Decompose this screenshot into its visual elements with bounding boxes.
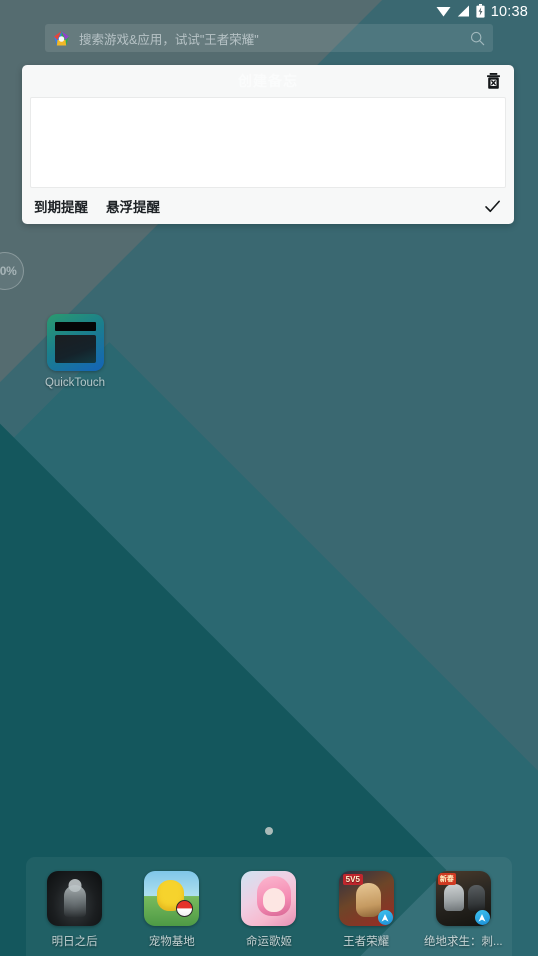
- create-memo-dialog: 创建备忘 到期提醒 悬浮提醒: [22, 65, 514, 224]
- status-bar-clock: 10:38: [490, 4, 528, 20]
- trash-delete-icon[interactable]: [483, 71, 504, 92]
- dock-app-label: 王者荣耀: [343, 936, 390, 948]
- tencent-badge-icon: [474, 910, 490, 925]
- page-dot[interactable]: [265, 827, 273, 835]
- dock-app-wangzherongyao[interactable]: 王者荣耀: [323, 871, 409, 949]
- page-indicator: [0, 827, 538, 835]
- taptap-pentagon-logo-icon: [53, 30, 70, 47]
- memo-dialog-title: 创建备忘: [238, 73, 298, 89]
- app-icon-chongwujidi: [144, 871, 200, 926]
- app-icon-mingyungeji: [241, 871, 297, 926]
- dock-app-label: 绝地求生：刺...: [424, 936, 503, 948]
- desktop-icon-label: QuickTouch: [44, 377, 106, 389]
- new-year-badge: 新春: [437, 873, 456, 885]
- memo-dialog-footer: 到期提醒 悬浮提醒: [22, 188, 514, 224]
- wifi-icon: [436, 4, 451, 20]
- search-icon[interactable]: [470, 31, 485, 46]
- progress-label: 30%: [0, 264, 17, 278]
- checkmark-icon[interactable]: [482, 196, 502, 216]
- tencent-badge-icon: [377, 910, 393, 925]
- search-bar[interactable]: 搜索游戏&应用，试试"王者荣耀": [45, 24, 493, 52]
- quicktouch-app-icon: [46, 314, 104, 371]
- status-bar: 10:38: [0, 0, 538, 24]
- app-icon-wangzherongyao: [338, 871, 394, 926]
- android-home-screen: 10:38 搜索游戏&应用，试试"王者荣耀" 创建备忘 到期提醒 悬浮提醒 0%…: [0, 0, 538, 956]
- desktop-icon-quicktouch[interactable]: QuickTouch: [44, 314, 106, 389]
- memo-option-expiry-reminder[interactable]: 到期提醒: [34, 196, 88, 216]
- signal-icon: [457, 4, 470, 20]
- floating-progress-badge[interactable]: 30%: [0, 252, 24, 290]
- dock-app-mingyungeji[interactable]: 命运歌姬: [226, 871, 312, 949]
- memo-note-input[interactable]: [31, 98, 505, 187]
- dock-app-mingrizhihou[interactable]: 明日之后: [32, 871, 118, 949]
- dock-app-label: 明日之后: [51, 936, 98, 948]
- memo-note-field-wrapper: [30, 97, 506, 188]
- app-dock: 明日之后 宠物基地 命运歌姬 王者荣耀 新春 绝: [26, 857, 512, 956]
- memo-option-floating-reminder[interactable]: 悬浮提醒: [106, 196, 160, 216]
- battery-charging-icon: [476, 3, 485, 21]
- memo-dialog-header: 创建备忘: [22, 65, 514, 97]
- search-placeholder: 搜索游戏&应用，试试"王者荣耀": [79, 32, 259, 47]
- dock-app-label: 宠物基地: [148, 936, 195, 948]
- dock-app-chongwujidi[interactable]: 宠物基地: [129, 871, 215, 949]
- app-icon-juediqiusheng: 新春: [435, 871, 491, 926]
- dock-app-juediqiusheng[interactable]: 新春 绝地求生：刺...: [420, 871, 506, 949]
- dock-app-label: 命运歌姬: [245, 936, 292, 948]
- app-icon-mingrizhihou: [47, 871, 103, 926]
